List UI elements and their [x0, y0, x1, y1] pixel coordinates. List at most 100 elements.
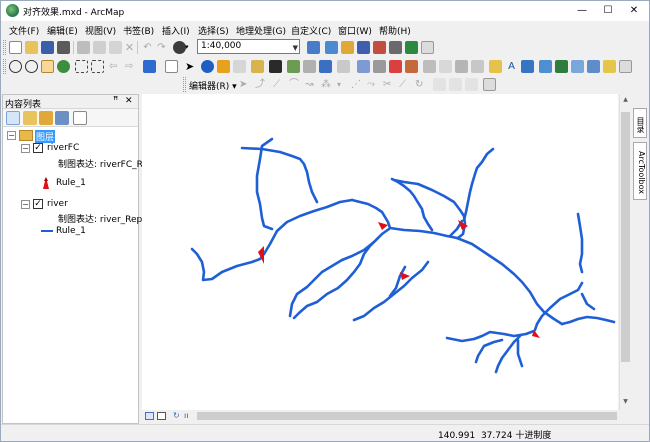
undo-icon[interactable]: ↶	[141, 41, 154, 54]
collapse-root-icon[interactable]: −	[7, 131, 16, 140]
layer-visibility-checkbox[interactable]: ✓	[33, 143, 43, 153]
open-folder-icon[interactable]	[25, 41, 38, 54]
reshape-icon[interactable]: ⤳	[367, 78, 380, 91]
go-to-xy-icon[interactable]	[287, 60, 300, 73]
new-document-icon[interactable]	[9, 41, 22, 54]
river-line[interactable]	[240, 146, 319, 204]
redo-icon[interactable]: ↷	[155, 41, 168, 54]
toolbar-options-icon[interactable]	[483, 78, 496, 91]
create-features-icon[interactable]	[465, 78, 478, 91]
cartography-tool-icon[interactable]	[471, 60, 484, 73]
list-by-visibility-icon[interactable]	[39, 111, 53, 125]
trace-icon[interactable]: ↝	[305, 78, 318, 91]
endpoint-arc-icon[interactable]: ⌒	[289, 78, 302, 91]
back-arrow-icon[interactable]: ⇦	[109, 60, 122, 73]
straight-segment-icon[interactable]: ⟋	[273, 78, 286, 91]
representation-marker[interactable]	[378, 222, 388, 230]
pin-icon[interactable]: ꟸ	[113, 96, 118, 106]
river-line[interactable]	[292, 236, 380, 320]
menu-windows[interactable]: 窗口(W)	[338, 24, 372, 37]
layout-view-icon[interactable]	[521, 60, 534, 73]
rotate-edit-icon[interactable]: ↻	[415, 78, 428, 91]
snapping-icon[interactable]	[357, 60, 370, 73]
attributes-icon[interactable]	[433, 78, 446, 91]
point-icon[interactable]: ⁂	[321, 78, 334, 91]
river-line[interactable]	[580, 292, 596, 311]
map-horizontal-scrollbar[interactable]: ↻ ıı	[142, 410, 630, 422]
paste-icon[interactable]	[109, 41, 122, 54]
layout-view-icon[interactable]	[157, 412, 166, 420]
clear-selection-icon[interactable]	[165, 60, 178, 73]
menu-insert[interactable]: 插入(I)	[162, 24, 190, 37]
topology-icon[interactable]	[603, 60, 616, 73]
menu-edit[interactable]: 编辑(E)	[47, 24, 78, 37]
map-canvas[interactable]	[142, 94, 618, 410]
editor-menu-button[interactable]: 编辑器(R) ▾	[189, 79, 237, 92]
save-icon[interactable]	[41, 41, 54, 54]
arctoolbox-tab[interactable]: ArcToolbox	[633, 142, 647, 200]
find-icon[interactable]	[269, 60, 282, 73]
river-line[interactable]	[560, 315, 616, 326]
list-by-selection-icon[interactable]	[55, 111, 69, 125]
toolbar-grip[interactable]	[183, 77, 186, 92]
simplify-icon[interactable]	[455, 60, 468, 73]
refresh-icon[interactable]: ↻	[173, 411, 180, 420]
zoom-out-icon[interactable]	[25, 60, 38, 73]
catalog-window-icon[interactable]	[341, 41, 354, 54]
map-scale-combobox[interactable]: 1:40,000 ▼	[197, 39, 300, 54]
representation-tool-icon[interactable]	[389, 60, 402, 73]
edit-tool-icon[interactable]: ➤	[239, 78, 252, 91]
forward-arrow-icon[interactable]: ⇨	[125, 60, 138, 73]
toolbar-grip[interactable]	[3, 40, 6, 55]
menu-customize[interactable]: 自定义(C)	[291, 24, 331, 37]
menu-bookmarks[interactable]: 书签(B)	[123, 24, 154, 37]
river-map[interactable]	[142, 94, 618, 410]
river-line[interactable]	[352, 260, 430, 322]
label-manager-icon[interactable]	[489, 60, 502, 73]
river-line[interactable]	[350, 198, 459, 240]
pan-icon[interactable]	[41, 60, 54, 73]
select-elements-icon[interactable]: ➤	[185, 60, 198, 73]
create-viewer-icon[interactable]	[319, 60, 332, 73]
horizontal-scroll-thumb[interactable]	[197, 412, 617, 420]
menu-help[interactable]: 帮助(H)	[379, 24, 411, 37]
html-popup-icon[interactable]	[233, 60, 246, 73]
spatial-analyst-icon[interactable]	[555, 60, 568, 73]
menu-file[interactable]: 文件(F)	[9, 24, 39, 37]
toolbar-grip[interactable]	[3, 59, 6, 74]
scroll-down-icon[interactable]: ▼	[621, 398, 630, 408]
list-by-source-icon[interactable]	[23, 111, 37, 125]
layer-name[interactable]: river	[47, 199, 68, 209]
time-slider-icon[interactable]	[303, 60, 316, 73]
edit-dropdown-icon[interactable]: ▾	[337, 78, 350, 91]
close-button[interactable]: ✕	[623, 2, 645, 19]
pause-drawing-icon[interactable]: ıı	[184, 411, 188, 420]
cut-icon[interactable]	[77, 41, 90, 54]
data-frame-label[interactable]: 图层	[35, 130, 56, 143]
menu-geoprocessing[interactable]: 地理处理(G)	[236, 24, 286, 37]
chevron-down-icon[interactable]: ▼	[293, 42, 298, 55]
effects-icon[interactable]	[405, 60, 418, 73]
georeferencing-icon[interactable]	[539, 60, 552, 73]
fixed-zoom-out-icon[interactable]	[91, 60, 104, 73]
3d-analyst-icon[interactable]	[571, 60, 584, 73]
text-icon[interactable]: A	[505, 60, 518, 73]
edit-vertices-icon[interactable]: ⋰	[351, 78, 364, 91]
measure-icon[interactable]	[251, 60, 264, 73]
menu-selection[interactable]: 选择(S)	[198, 24, 229, 37]
layer-name[interactable]: riverFC	[47, 143, 79, 153]
toc-close-icon[interactable]: ✕	[125, 96, 133, 106]
identify-icon[interactable]	[201, 60, 214, 73]
arctoolbox-icon[interactable]	[373, 41, 386, 54]
python-window-icon[interactable]	[389, 41, 402, 54]
menu-view[interactable]: 视图(V)	[85, 24, 116, 37]
toc-options-icon[interactable]	[73, 111, 87, 125]
search-window-icon[interactable]	[357, 41, 370, 54]
print-icon[interactable]	[57, 41, 70, 54]
catalog-tab[interactable]: 目录	[633, 108, 647, 138]
network-analyst-icon[interactable]	[587, 60, 600, 73]
river-line[interactable]	[462, 147, 495, 222]
river-line[interactable]	[516, 338, 524, 368]
select-by-rectangle-icon[interactable]	[143, 60, 156, 73]
map-vertical-scrollbar[interactable]: ▲ ▼	[619, 94, 630, 410]
